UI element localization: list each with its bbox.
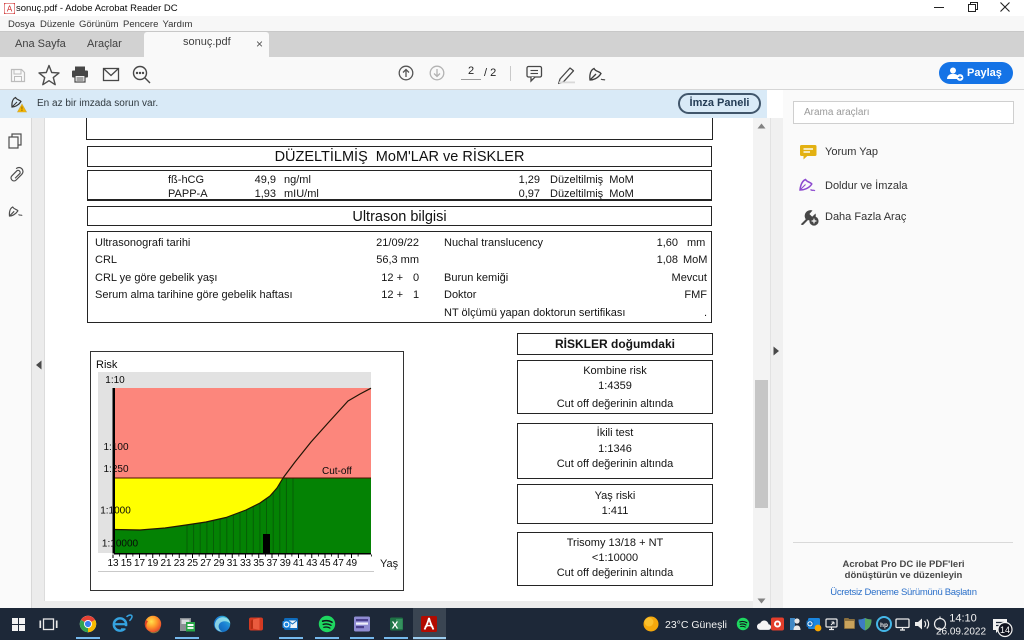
svg-text:14: 14: [1000, 625, 1010, 635]
svg-text:14:10: 14:10: [949, 613, 977, 625]
svg-text:23°C Güneşli: 23°C Güneşli: [665, 619, 727, 631]
svg-text:26.09.2022: 26.09.2022: [936, 627, 986, 638]
svg-text:X: X: [392, 621, 399, 632]
svg-text:hp: hp: [880, 622, 888, 629]
svg-text:!: !: [21, 106, 23, 113]
